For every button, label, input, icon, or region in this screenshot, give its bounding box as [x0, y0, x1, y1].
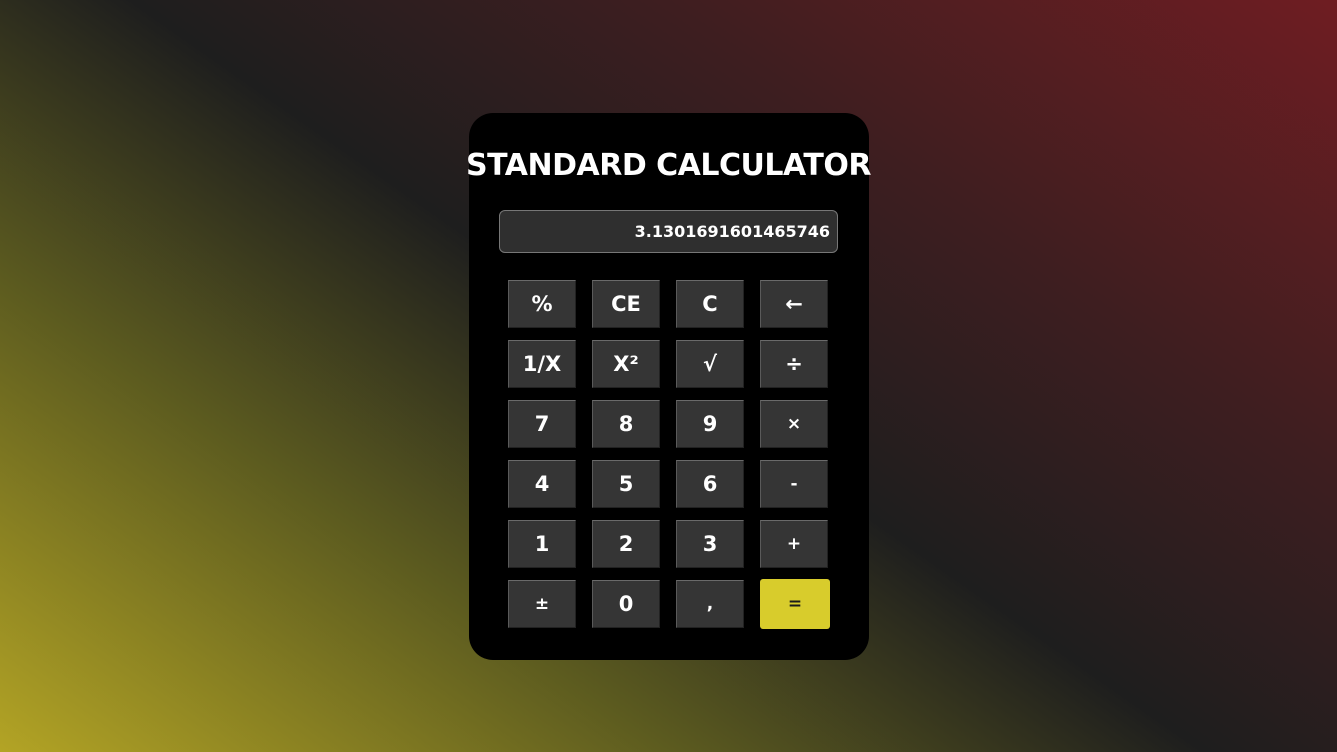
add-button[interactable]: +: [760, 520, 828, 568]
equals-button[interactable]: =: [760, 579, 830, 629]
result-display: 3.1301691601465746: [499, 210, 838, 253]
digit-5-button[interactable]: 5: [592, 460, 660, 508]
square-button[interactable]: X²: [592, 340, 660, 388]
negate-button[interactable]: ±: [508, 580, 576, 628]
digit-9-button[interactable]: 9: [676, 400, 744, 448]
percent-button[interactable]: %: [508, 280, 576, 328]
digit-7-button[interactable]: 7: [508, 400, 576, 448]
square-root-button[interactable]: √: [676, 340, 744, 388]
clear-entry-button[interactable]: CE: [592, 280, 660, 328]
page-title: STANDARD CALCULATOR: [466, 148, 871, 183]
digit-3-button[interactable]: 3: [676, 520, 744, 568]
multiply-button[interactable]: ×: [760, 400, 828, 448]
digit-0-button[interactable]: 0: [592, 580, 660, 628]
digit-8-button[interactable]: 8: [592, 400, 660, 448]
digit-2-button[interactable]: 2: [592, 520, 660, 568]
decimal-button[interactable]: ,: [676, 580, 744, 628]
digit-1-button[interactable]: 1: [508, 520, 576, 568]
divide-button[interactable]: ÷: [760, 340, 828, 388]
subtract-button[interactable]: -: [760, 460, 828, 508]
digit-4-button[interactable]: 4: [508, 460, 576, 508]
digit-6-button[interactable]: 6: [676, 460, 744, 508]
reciprocal-button[interactable]: 1/X: [508, 340, 576, 388]
clear-button[interactable]: C: [676, 280, 744, 328]
backspace-button[interactable]: ←: [760, 280, 828, 328]
